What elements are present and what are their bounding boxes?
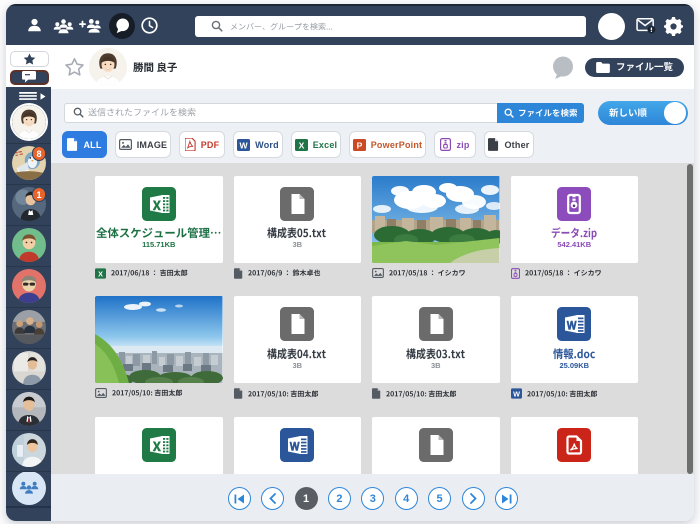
svg-text:P: P (356, 140, 362, 150)
svg-text:W: W (513, 389, 520, 398)
svg-text:X: X (98, 269, 103, 278)
svg-text:W: W (240, 140, 249, 150)
svg-text:X: X (298, 140, 304, 150)
